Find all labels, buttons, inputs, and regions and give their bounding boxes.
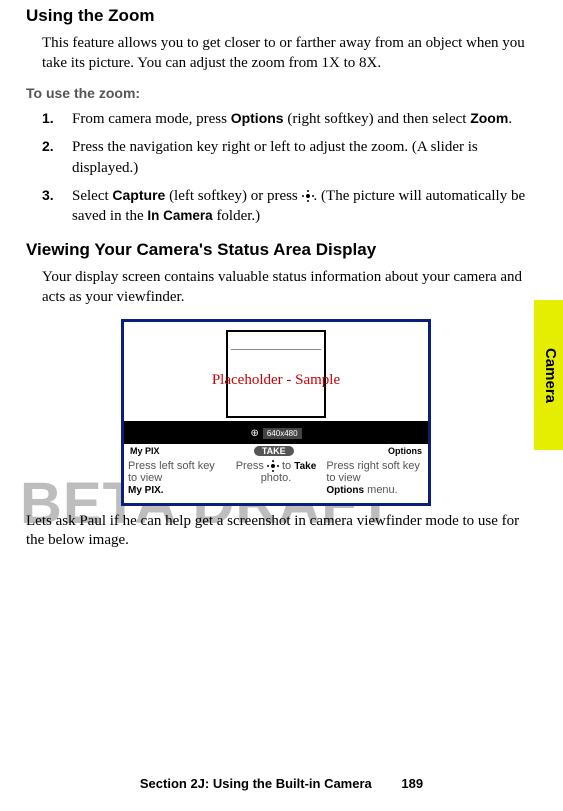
step-text: Select	[72, 188, 112, 204]
author-note: Lets ask Paul if he can help get a scree…	[26, 512, 526, 551]
hint-text: menu.	[367, 484, 398, 496]
hint-text: photo.	[261, 472, 292, 484]
hint-target: My PIX.	[128, 485, 164, 496]
hint-target: Options	[326, 485, 364, 496]
page-footer: Section 2J: Using the Built-in Camera 18…	[0, 776, 563, 791]
softkey-center: TAKE	[254, 446, 294, 456]
step-text: (right softkey) and then select	[284, 111, 471, 127]
hint-left: Press left soft key to view My PIX.	[128, 460, 226, 496]
placeholder-label: Placeholder - Sample	[124, 372, 428, 389]
subhead-to-use-zoom: To use the zoom:	[26, 85, 526, 101]
intro-zoom: This feature allows you to get closer to…	[42, 34, 526, 73]
step-text: (left softkey) or press	[165, 188, 301, 204]
figure-status-bar: ⊕ 640x480	[124, 422, 428, 444]
nav-key-icon	[267, 460, 279, 472]
step-text: From camera mode, press	[72, 111, 231, 127]
steps-list: 1. From camera mode, press Options (righ…	[42, 109, 526, 226]
nav-key-icon	[302, 190, 314, 202]
step-number: 3.	[42, 186, 54, 205]
page-content: Using the Zoom This feature allows you t…	[0, 0, 563, 551]
intro-status: Your display screen contains valuable st…	[42, 268, 526, 307]
footer-page-number: 189	[401, 776, 423, 791]
hint-text: Press right soft key to view	[326, 460, 420, 484]
heading-using-zoom: Using the Zoom	[26, 6, 526, 26]
resolution-badge: 640x480	[263, 428, 302, 439]
footer-section-label: Section 2J: Using the Built-in Camera	[140, 776, 372, 791]
step-bold-incamera: In Camera	[147, 208, 212, 223]
figure-softkey-row: My PIX TAKE Options	[124, 444, 428, 456]
step-3: 3. Select Capture (left softkey) or pres…	[42, 186, 526, 227]
softkey-left: My PIX	[130, 446, 160, 456]
hint-text: Press left soft key to view	[128, 460, 215, 484]
figure-screen-area: Placeholder - Sample	[124, 322, 428, 422]
step-2: 2. Press the navigation key right or lef…	[42, 137, 526, 178]
heading-status-display: Viewing Your Camera's Status Area Displa…	[26, 240, 526, 260]
figure-hints: Press left soft key to view My PIX. Pres…	[124, 456, 428, 502]
viewfinder-figure: Placeholder - Sample ⊕ 640x480 My PIX TA…	[121, 319, 431, 505]
step-number: 2.	[42, 137, 54, 156]
hint-center: Press to Take photo.	[227, 460, 325, 496]
step-bold-zoom: Zoom	[470, 110, 508, 126]
magnify-icon: ⊕	[250, 428, 258, 439]
step-text: folder.)	[213, 208, 260, 224]
step-bold-options: Options	[231, 110, 284, 126]
hint-text: Press	[236, 460, 264, 472]
softkey-right: Options	[388, 446, 422, 456]
step-number: 1.	[42, 109, 54, 128]
hint-text: to	[282, 460, 291, 472]
hint-right: Press right soft key to view Options men…	[326, 460, 424, 496]
step-bold-capture: Capture	[112, 187, 165, 203]
step-text: .	[508, 111, 512, 127]
step-1: 1. From camera mode, press Options (righ…	[42, 109, 526, 129]
step-text: Press the navigation key right or left t…	[72, 139, 478, 175]
hint-target: Take	[294, 461, 316, 472]
